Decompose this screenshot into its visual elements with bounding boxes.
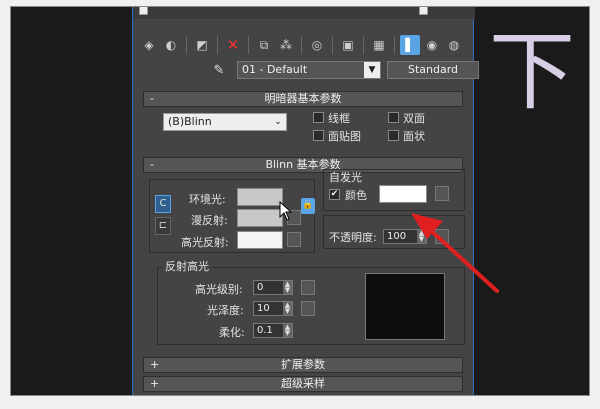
material-name: 01 - Default <box>242 63 308 76</box>
material-toolbar: ◈ ◐ ◩ ✕ ⧉ ⁂ ◎ ▣ ▦ ▌ ◉ ◍ <box>139 33 464 57</box>
eyedropper-icon[interactable]: ✎ <box>207 63 231 78</box>
spinner-arrows-icon[interactable]: ▲ ▼ <box>283 324 292 337</box>
spec-level-map-button[interactable] <box>301 280 315 295</box>
highlight-curve-preview <box>365 273 445 340</box>
faceted-label: 面状 <box>403 130 425 143</box>
specular-color-swatch[interactable] <box>237 231 283 249</box>
face-map-label: 面贴图 <box>328 130 361 143</box>
material-editor-panel: ◈ ◐ ◩ ✕ ⧉ ⁂ ◎ ▣ ▦ ▌ ◉ ◍ ✎ 01 - Default ▼ <box>132 7 479 396</box>
put-to-scene-icon[interactable]: ◐ <box>161 35 181 55</box>
shader-basic-title: 明暗器基本参数 <box>264 92 342 105</box>
extended-params-rollout-header[interactable]: + 扩展参数 <box>143 357 463 373</box>
self-illum-title: 自发光 <box>329 171 362 184</box>
spec-level-spinner[interactable]: 0 ▲ ▼ <box>253 280 293 295</box>
shader-type-value: (B)Blinn <box>168 115 212 128</box>
material-name-field[interactable]: 01 - Default ▼ <box>237 61 381 79</box>
supersampling-rollout-header[interactable]: + 超级采样 <box>143 376 463 392</box>
opacity-map-button[interactable] <box>435 229 449 244</box>
soften-label: 柔化: <box>219 326 245 339</box>
toolbar-separator <box>217 36 218 54</box>
toolbar-separator <box>301 36 302 54</box>
restore-icon[interactable] <box>419 7 428 15</box>
specular-map-button[interactable] <box>287 232 301 247</box>
minimize-icon[interactable] <box>139 7 148 15</box>
ambient-color-swatch[interactable] <box>237 188 283 206</box>
self-illum-color-checkbox[interactable]: ✔ <box>329 189 340 200</box>
show-map-icon[interactable]: ▣ <box>338 35 358 55</box>
lock-ambient-diffuse-button[interactable]: C <box>155 195 171 213</box>
opacity-spinner[interactable]: 100 ▲ ▼ <box>383 229 427 244</box>
soften-value: 0.1 <box>257 325 273 336</box>
diffuse-color-swatch[interactable] <box>237 209 283 227</box>
glossiness-label: 光泽度: <box>207 304 244 317</box>
self-illum-map-button[interactable] <box>435 186 449 201</box>
spec-level-label: 高光级别: <box>195 283 243 296</box>
maps-rollout-header[interactable] <box>143 395 463 396</box>
spec-highlights-title: 反射高光 <box>163 258 211 274</box>
spinner-arrows-icon[interactable]: ▲ ▼ <box>417 230 426 243</box>
chevron-down-icon[interactable]: ⌄ <box>270 114 286 130</box>
material-type-button[interactable]: Standard <box>387 61 479 79</box>
toolbar-separator <box>332 36 333 54</box>
shader-basic-rollout-header[interactable]: - 明暗器基本参数 <box>143 91 463 107</box>
spinner-arrows-icon[interactable]: ▲ ▼ <box>283 281 292 294</box>
soften-spinner[interactable]: 0.1 ▲ ▼ <box>253 323 293 338</box>
material-id-icon[interactable]: ◎ <box>307 35 327 55</box>
lock-diffuse-specular-button[interactable]: ⊏ <box>155 217 171 235</box>
two-sided-label: 双面 <box>403 112 425 125</box>
expand-icon: + <box>150 377 160 390</box>
diffuse-label: 漫反射: <box>191 214 228 227</box>
extended-params-title: 扩展参数 <box>281 358 325 371</box>
specular-label: 高光反射: <box>181 236 229 249</box>
toolbar-separator <box>394 36 395 54</box>
background-glyph: 下1 <box>489 22 589 122</box>
show-end-result-icon[interactable]: ▌ <box>400 35 420 55</box>
assign-material-icon[interactable]: ◩ <box>192 35 212 55</box>
spec-level-value: 0 <box>257 282 264 293</box>
self-illum-color-swatch[interactable] <box>379 185 427 203</box>
supersampling-title: 超级采样 <box>281 377 325 390</box>
go-forward-icon[interactable]: ◍ <box>444 35 464 55</box>
shader-type-select[interactable]: (B)Blinn ⌄ <box>163 113 287 131</box>
put-to-library-icon[interactable]: ⁂ <box>276 35 296 55</box>
spinner-arrows-icon[interactable]: ▲ ▼ <box>283 302 292 315</box>
collapse-icon: - <box>150 92 154 105</box>
ambient-label: 环境光: <box>189 193 226 206</box>
screenshot-frame: 下1 ◈ ◐ ◩ ✕ ⧉ ⁂ ◎ ▣ ▦ ▌ ◉ ◍ <box>10 6 590 396</box>
opacity-label: 不透明度: <box>329 231 377 244</box>
get-material-icon[interactable]: ◈ <box>139 35 159 55</box>
lock-icon[interactable]: 🔒 <box>301 198 315 214</box>
toolbar-separator <box>363 36 364 54</box>
checker-icon[interactable]: ▦ <box>369 35 389 55</box>
faceted-checkbox[interactable] <box>388 130 399 141</box>
self-illum-color-label: 颜色 <box>345 189 367 202</box>
glossiness-map-button[interactable] <box>301 301 315 316</box>
chevron-down-icon[interactable]: ▼ <box>364 62 380 78</box>
two-sided-checkbox[interactable] <box>388 112 399 123</box>
delete-icon[interactable]: ✕ <box>223 35 243 55</box>
go-to-parent-icon[interactable]: ◉ <box>422 35 442 55</box>
make-unique-icon[interactable]: ⧉ <box>254 35 274 55</box>
toolbar-separator <box>248 36 249 54</box>
glossiness-value: 10 <box>257 303 270 314</box>
glossiness-spinner[interactable]: 10 ▲ ▼ <box>253 301 293 316</box>
panel-top-strip <box>133 7 475 19</box>
material-name-row: ✎ 01 - Default ▼ Standard <box>207 61 479 79</box>
collapse-icon: - <box>150 158 154 171</box>
face-map-checkbox[interactable] <box>313 130 324 141</box>
wire-checkbox[interactable] <box>313 112 324 123</box>
wire-label: 线框 <box>328 112 350 125</box>
opacity-value: 100 <box>387 231 407 242</box>
toolbar-separator <box>186 36 187 54</box>
mouse-cursor-icon <box>279 201 293 221</box>
expand-icon: + <box>150 358 160 371</box>
